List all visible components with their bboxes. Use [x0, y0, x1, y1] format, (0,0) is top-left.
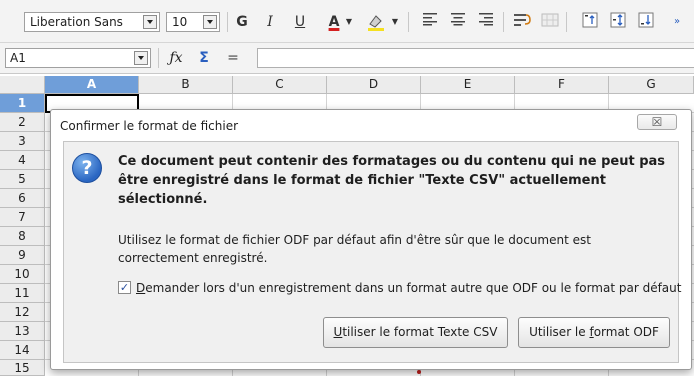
italic-button[interactable]: I: [260, 12, 280, 32]
bold-button[interactable]: G: [232, 12, 252, 32]
column-header-c[interactable]: C: [233, 76, 327, 94]
align-left-button[interactable]: [420, 12, 440, 32]
highlighter-icon: [368, 15, 384, 31]
row-header-12[interactable]: 12: [0, 303, 45, 322]
highlight-dropdown-icon[interactable]: ▼: [390, 12, 400, 32]
merge-cells-icon: [541, 13, 559, 27]
formula-bar: A1 ƒx Σ =: [0, 43, 694, 74]
row-header-1[interactable]: 1: [0, 94, 45, 113]
close-button[interactable]: ☒: [637, 114, 677, 130]
merge-cells-button[interactable]: [540, 12, 560, 32]
ask-on-save-checkbox[interactable]: ✓: [118, 281, 131, 294]
chevron-down-icon[interactable]: [203, 15, 217, 29]
close-icon: ☒: [651, 115, 663, 129]
dialog-body: ? Ce document peut contenir des formatag…: [63, 141, 681, 363]
mnemonic-letter: U: [333, 325, 343, 339]
dialog-title: Confirmer le format de fichier: [60, 119, 239, 133]
use-csv-format-button[interactable]: Utiliser le format Texte CSV: [323, 317, 508, 348]
column-header-b[interactable]: B: [139, 76, 233, 94]
column-headers: A B C D E F G: [0, 76, 694, 94]
row-header-11[interactable]: 11: [0, 284, 45, 303]
align-center-button[interactable]: [448, 12, 468, 32]
font-size-combo[interactable]: 10: [166, 12, 220, 32]
column-header-e[interactable]: E: [421, 76, 515, 94]
mnemonic-letter: D: [136, 281, 146, 295]
toolbar-overflow-icon[interactable]: »: [670, 12, 684, 32]
column-header-d[interactable]: D: [327, 76, 421, 94]
use-odf-format-button[interactable]: Utiliser le format ODF: [518, 317, 670, 348]
name-box[interactable]: A1: [5, 48, 151, 68]
column-header-f[interactable]: F: [515, 76, 609, 94]
formula-button[interactable]: =: [222, 48, 244, 68]
function-wizard-button[interactable]: ƒx: [165, 48, 187, 68]
dialog-info-text: Utilisez le format de fichier ODF par dé…: [118, 233, 591, 265]
label-text: emander lors d'un enregistrement dans un…: [145, 281, 682, 295]
btn-text-before: Utiliser le: [529, 325, 590, 339]
wrap-text-button[interactable]: [512, 12, 532, 32]
align-right-button[interactable]: [476, 12, 496, 32]
align-center-icon: [451, 13, 465, 26]
chevron-down-icon[interactable]: [134, 51, 148, 65]
font-size-value: 10: [172, 15, 188, 29]
toolbar-separator: [408, 12, 409, 32]
cell-reference: A1: [10, 51, 26, 65]
align-middle-icon: [610, 12, 626, 28]
align-bottom-button[interactable]: [636, 12, 656, 32]
toolbar-separator: [158, 48, 159, 68]
toolbar-separator: [227, 12, 228, 32]
row-header-5[interactable]: 5: [0, 170, 45, 189]
row-header-3[interactable]: 3: [0, 132, 45, 151]
row-header-10[interactable]: 10: [0, 265, 45, 284]
confirm-file-format-dialog: Confirmer le format de fichier ☒ ? Ce do…: [50, 109, 692, 370]
align-left-icon: [423, 13, 437, 26]
row-header-14[interactable]: 14: [0, 341, 45, 360]
toolbar-separator: [503, 12, 504, 32]
dialog-headline: Ce document peut contenir des formatages…: [118, 154, 666, 207]
chevron-down-icon[interactable]: [143, 15, 157, 29]
column-header-a[interactable]: A: [45, 76, 139, 94]
align-top-button[interactable]: [580, 12, 600, 32]
btn-text-after: ormat ODF: [593, 325, 659, 339]
formula-input[interactable]: [257, 48, 694, 68]
select-all-corner[interactable]: [0, 76, 45, 94]
underline-button[interactable]: U: [290, 12, 310, 32]
font-name-value: Liberation Sans: [30, 15, 123, 29]
row-header-7[interactable]: 7: [0, 208, 45, 227]
align-right-icon: [479, 13, 493, 26]
row-header-9[interactable]: 9: [0, 246, 45, 265]
sum-button[interactable]: Σ: [193, 48, 215, 68]
row-header-4[interactable]: 4: [0, 151, 45, 170]
row-header-15[interactable]: 15: [0, 360, 45, 376]
font-color-dropdown-icon[interactable]: ▼: [344, 12, 354, 32]
cursor-marker: [417, 370, 421, 374]
font-name-combo[interactable]: Liberation Sans: [24, 12, 160, 32]
align-middle-button[interactable]: [608, 12, 628, 32]
row-header-6[interactable]: 6: [0, 189, 45, 208]
column-header-g[interactable]: G: [609, 76, 694, 94]
formatting-toolbar: Liberation Sans 10 G I U A ▼ ▼ »: [0, 0, 694, 43]
align-top-icon: [582, 12, 598, 28]
align-bottom-icon: [638, 12, 654, 28]
font-color-button[interactable]: A: [324, 12, 344, 32]
toolbar-separator: [566, 12, 567, 32]
highlight-color-button[interactable]: [366, 12, 386, 32]
question-icon: ?: [72, 153, 102, 183]
wrap-text-icon: [514, 14, 531, 26]
btn-text-after: tiliser le format Texte CSV: [342, 325, 498, 339]
ask-on-save-label[interactable]: Demander lors d'un enregistrement dans u…: [136, 280, 681, 296]
row-header-8[interactable]: 8: [0, 227, 45, 246]
row-header-13[interactable]: 13: [0, 322, 45, 341]
row-header-2[interactable]: 2: [0, 113, 45, 132]
